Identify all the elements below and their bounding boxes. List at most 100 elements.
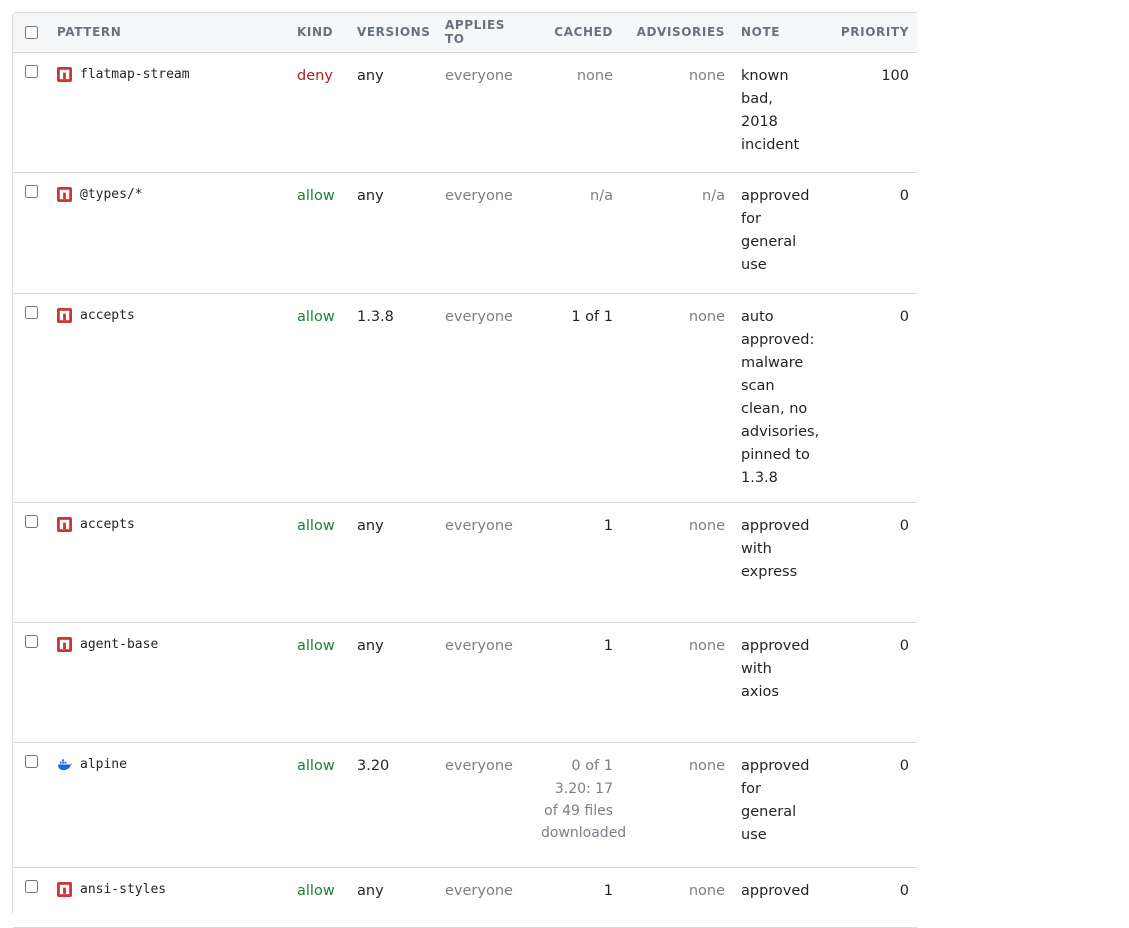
cached-value: 1 bbox=[603, 517, 613, 534]
versions-cell: 1.3.8 bbox=[349, 293, 437, 503]
table-row[interactable]: @types/* allow any everyone n/a n/a appr… bbox=[13, 172, 917, 294]
row-checkbox[interactable] bbox=[25, 184, 38, 198]
table-row[interactable]: flatmap-stream deny any everyone none no… bbox=[13, 52, 917, 173]
pattern-name: alpine bbox=[80, 756, 127, 772]
applies-to-cell: everyone bbox=[437, 172, 533, 294]
note-cell: approved bbox=[733, 867, 817, 928]
table-row[interactable]: agent-base allow any everyone 1 none app… bbox=[13, 622, 917, 743]
note-cell: auto approved: malware scan clean, no ad… bbox=[733, 293, 819, 503]
cached-value: 1 of 1 bbox=[571, 308, 613, 325]
versions-cell: 3.20 bbox=[349, 742, 437, 868]
pattern-name: ansi-styles bbox=[80, 881, 167, 897]
applies-to-cell: everyone bbox=[437, 502, 533, 623]
kind-cell: allow bbox=[289, 742, 349, 868]
cached-cell: 1 bbox=[533, 502, 621, 623]
npm-icon bbox=[57, 516, 72, 532]
applies-to-cell: everyone bbox=[437, 293, 533, 503]
priority-cell: 0 bbox=[817, 742, 917, 868]
column-header-advisories[interactable]: ADVISORIES bbox=[621, 13, 733, 53]
row-select-cell bbox=[13, 293, 49, 503]
advisories-cell: none bbox=[621, 742, 733, 868]
note-cell: approved with axios bbox=[733, 622, 817, 743]
pattern-cell[interactable]: accepts bbox=[49, 293, 289, 503]
versions-cell: any bbox=[349, 622, 437, 743]
row-select-cell bbox=[13, 742, 49, 868]
note-cell: approved for general use bbox=[733, 742, 817, 868]
npm-icon bbox=[57, 66, 72, 82]
cached-value: 1 bbox=[603, 637, 613, 654]
cached-value: 1 bbox=[603, 882, 613, 899]
row-select-cell bbox=[13, 622, 49, 743]
advisories-cell: n/a bbox=[621, 172, 733, 294]
note-cell: known bad, 2018 incident bbox=[733, 52, 817, 173]
row-select-cell bbox=[13, 52, 49, 173]
row-select-cell bbox=[13, 867, 49, 928]
pattern-cell[interactable]: flatmap-stream bbox=[49, 52, 289, 173]
row-checkbox[interactable] bbox=[25, 514, 38, 528]
docker-icon bbox=[57, 757, 72, 772]
column-header-versions[interactable]: VERSIONS bbox=[349, 13, 437, 53]
pattern-name: accepts bbox=[80, 307, 135, 323]
kind-cell: allow bbox=[289, 502, 349, 623]
cached-cell: 1 of 1 bbox=[533, 293, 621, 503]
advisories-cell: none bbox=[621, 622, 733, 743]
pattern-name: flatmap-stream bbox=[80, 66, 190, 82]
priority-cell: 0 bbox=[817, 867, 917, 928]
row-select-cell bbox=[13, 502, 49, 623]
kind-cell: deny bbox=[289, 52, 349, 173]
applies-to-cell: everyone bbox=[437, 52, 533, 173]
row-checkbox[interactable] bbox=[25, 64, 38, 78]
row-checkbox[interactable] bbox=[25, 879, 38, 893]
npm-icon bbox=[57, 636, 72, 652]
cached-value: 0 of 1 bbox=[571, 757, 613, 774]
table-body: flatmap-stream deny any everyone none no… bbox=[13, 52, 917, 928]
cached-cell: none bbox=[533, 52, 621, 173]
applies-to-cell: everyone bbox=[437, 742, 533, 868]
select-all-cell bbox=[13, 13, 49, 53]
row-select-cell bbox=[13, 172, 49, 294]
row-checkbox[interactable] bbox=[25, 305, 38, 319]
cached-cell: n/a bbox=[533, 172, 621, 294]
column-header-priority[interactable]: PRIORITY bbox=[817, 13, 917, 53]
column-header-note[interactable]: NOTE bbox=[733, 13, 817, 53]
kind-cell: allow bbox=[289, 293, 349, 503]
note-cell: approved for general use bbox=[733, 172, 817, 294]
npm-icon bbox=[57, 307, 72, 323]
table-row[interactable]: accepts allow any everyone 1 none approv… bbox=[13, 502, 917, 623]
column-header-cached[interactable]: CACHED bbox=[533, 13, 621, 53]
versions-cell: any bbox=[349, 172, 437, 294]
table-row[interactable]: accepts allow 1.3.8 everyone 1 of 1 none… bbox=[13, 293, 917, 503]
kind-cell: allow bbox=[289, 622, 349, 743]
select-all-checkbox[interactable] bbox=[25, 25, 38, 39]
pattern-name: accepts bbox=[80, 516, 135, 532]
rules-table-container: PATTERN KIND VERSIONS APPLIES TO CACHED … bbox=[12, 12, 917, 928]
priority-cell: 0 bbox=[817, 622, 917, 743]
applies-to-cell: everyone bbox=[437, 622, 533, 743]
column-header-applies-to[interactable]: APPLIES TO bbox=[437, 13, 533, 53]
row-checkbox[interactable] bbox=[25, 634, 38, 648]
cached-value: n/a bbox=[590, 187, 613, 204]
cached-detail: 3.20: 17 of 49 files downloaded bbox=[541, 780, 627, 841]
pattern-cell[interactable]: @types/* bbox=[49, 172, 289, 294]
pattern-cell[interactable]: ansi-styles bbox=[49, 867, 289, 928]
table-row[interactable]: alpine allow 3.20 everyone 0 of 1 3.20: 1… bbox=[13, 742, 917, 868]
pattern-cell[interactable]: accepts bbox=[49, 502, 289, 623]
kind-cell: allow bbox=[289, 867, 349, 928]
versions-cell: any bbox=[349, 502, 437, 623]
applies-to-cell: everyone bbox=[437, 867, 533, 928]
table-header: PATTERN KIND VERSIONS APPLIES TO CACHED … bbox=[13, 13, 917, 53]
advisories-cell: none bbox=[621, 52, 733, 173]
npm-icon bbox=[57, 881, 72, 897]
pattern-cell[interactable]: agent-base bbox=[49, 622, 289, 743]
priority-cell: 0 bbox=[817, 502, 917, 623]
column-header-pattern[interactable]: PATTERN bbox=[49, 13, 289, 53]
pattern-cell[interactable]: alpine bbox=[49, 742, 289, 868]
cached-cell: 1 bbox=[533, 867, 621, 928]
npm-icon bbox=[57, 186, 72, 202]
pattern-name: agent-base bbox=[80, 636, 159, 652]
column-header-kind[interactable]: KIND bbox=[289, 13, 349, 53]
row-checkbox[interactable] bbox=[25, 754, 38, 768]
versions-cell: any bbox=[349, 867, 437, 928]
table-row[interactable]: ansi-styles allow any everyone 1 none ap… bbox=[13, 867, 917, 928]
cached-cell: 1 bbox=[533, 622, 621, 743]
